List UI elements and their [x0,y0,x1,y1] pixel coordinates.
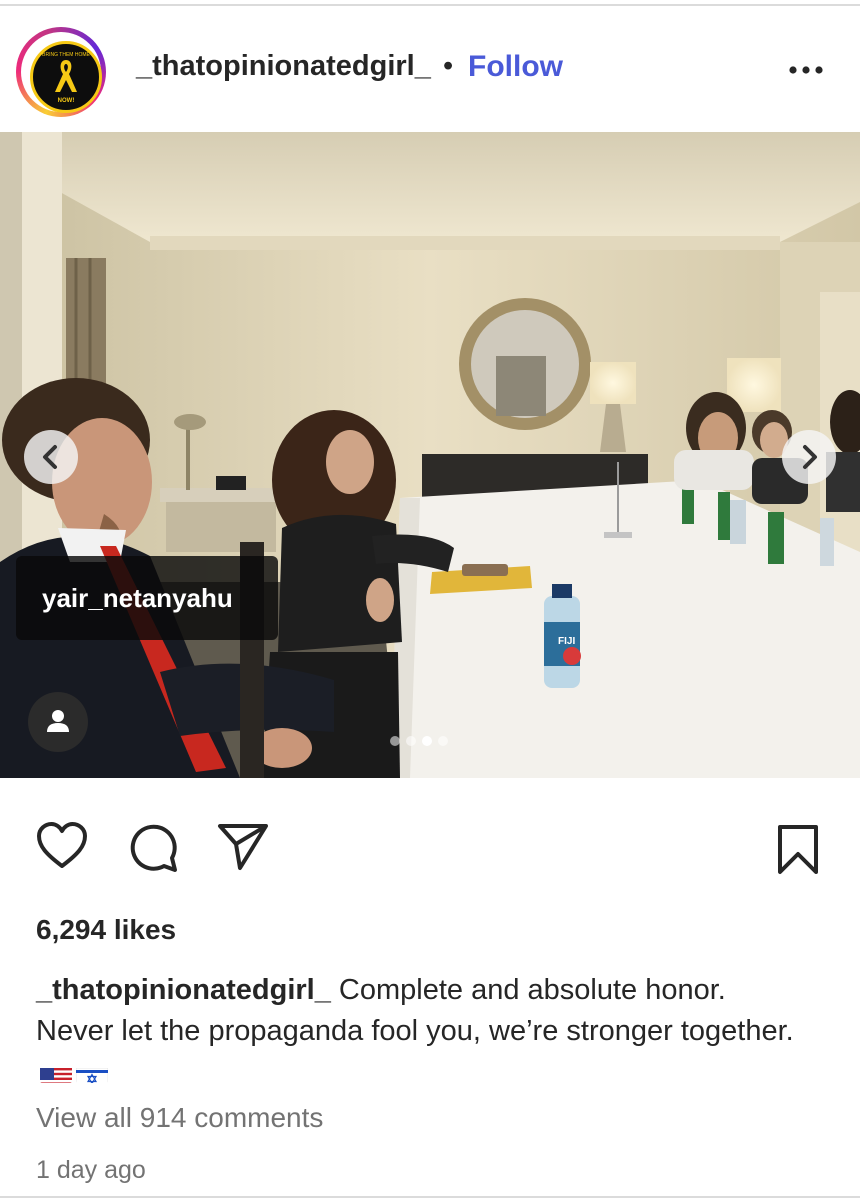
israel-flag-icon [76,1061,108,1083]
carousel-indicator [390,736,448,748]
chevron-right-icon [803,445,817,469]
carousel-dot [406,736,416,746]
comment-icon[interactable] [128,822,180,874]
send-icon[interactable] [216,822,270,872]
avatar-gap: NOW! BRING THEM HOME [21,32,102,113]
post-image[interactable]: FIJI yair_netanyahu [0,132,860,778]
view-all-comments-link[interactable]: View all 914 comments [36,1102,323,1134]
person-icon [47,710,69,732]
svg-text:NOW!: NOW! [58,98,75,104]
us-flag-icon [40,1061,72,1083]
bookmark-icon[interactable] [776,824,820,876]
caption-username[interactable]: _thatopinionatedgirl_ [36,974,331,1006]
heart-icon[interactable] [36,822,88,870]
post-header: NOW! BRING THEM HOME _thatopinionatedgir… [0,6,860,132]
username[interactable]: _thatopinionatedgirl_ [136,50,431,83]
tagged-user-label[interactable]: yair_netanyahu [16,556,278,640]
more-horizontal-icon[interactable] [786,60,826,80]
action-bar [0,812,860,884]
follow-button[interactable]: Follow [468,50,563,84]
carousel-prev-button[interactable] [24,430,78,484]
bottle-label: FIJI [558,636,575,647]
avatar-image: NOW! BRING THEM HOME [30,41,102,113]
carousel-next-button[interactable] [782,430,836,484]
separator-dot: • [443,50,454,82]
bottom-divider [0,1196,860,1198]
carousel-dot [438,736,448,746]
caption: _thatopinionatedgirl_ Complete and absol… [36,970,796,1093]
chevron-left-icon [43,445,57,469]
carousel-dot [390,736,400,746]
svg-text:BRING THEM HOME: BRING THEM HOME [42,52,90,58]
like-count[interactable]: 6,294 likes [36,914,176,946]
post-timestamp: 1 day ago [36,1156,146,1184]
yellow-ribbon-icon: NOW! BRING THEM HOME [42,52,90,104]
user-tags-button[interactable] [28,692,88,752]
photo-scene: FIJI [0,132,860,778]
avatar[interactable]: NOW! BRING THEM HOME [16,27,106,117]
carousel-dot-active [422,736,432,746]
